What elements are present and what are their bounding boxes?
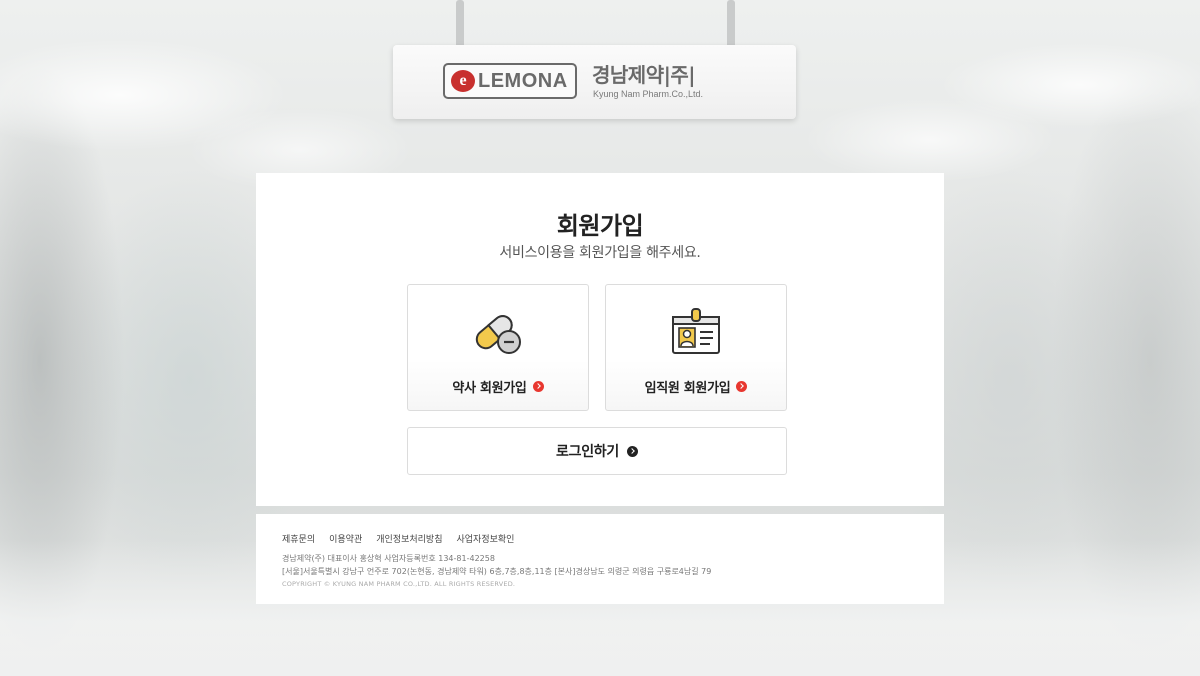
company-sign: e LEMONA 경남제약|주| Kyung Nam Pharm.Co.,Ltd… bbox=[393, 45, 796, 119]
employee-signup-text: 임직원 회원가입 bbox=[644, 381, 731, 396]
pill-capsule-icon bbox=[475, 315, 521, 354]
arrow-right-icon bbox=[626, 445, 638, 457]
arrow-right-icon bbox=[532, 381, 544, 392]
footer-info-line2: [서울]서울특별시 강남구 언주로 702(논현동, 경남제약 타워) 6층,7… bbox=[282, 567, 712, 576]
arrow-right-icon bbox=[736, 381, 748, 392]
pharmacist-signup-text: 약사 회원가입 bbox=[452, 381, 527, 396]
signup-card: 회원가입 서비스이용을 회원가입을 해주세요. 약사 회원가입 임직원 회원가입… bbox=[256, 173, 944, 506]
footer-link-terms[interactable]: 이용약관 bbox=[329, 532, 362, 545]
company-english-name: Kyung Nam Pharm.Co.,Ltd. bbox=[593, 89, 704, 99]
footer-link-privacy[interactable]: 개인정보처리방침 bbox=[376, 532, 442, 545]
sign-hanger-left bbox=[456, 0, 464, 48]
login-button[interactable]: 로그인하기 bbox=[407, 427, 787, 475]
sign-hanger-right bbox=[727, 0, 735, 48]
footer-copyright: COPYRIGHT © KYUNG NAM PHARM CO.,LTD. ALL… bbox=[282, 580, 516, 588]
pharmacist-signup-button[interactable]: 약사 회원가입 bbox=[407, 284, 589, 411]
footer-info-line1: 경남제약(주) 대표이사 홍상혁 사업자등록번호 134-81-42258 bbox=[282, 554, 495, 563]
employee-id-card-icon bbox=[672, 308, 720, 354]
company-name: 경남제약|주| bbox=[592, 63, 696, 87]
page-subtitle: 서비스이용을 회원가입을 해주세요. bbox=[499, 245, 701, 261]
login-button-label: 로그인하기 bbox=[556, 444, 619, 460]
lemona-logo: e LEMONA bbox=[443, 63, 577, 99]
pharmacist-signup-label: 약사 회원가입 bbox=[408, 377, 588, 396]
lemona-logo-mark: e bbox=[451, 70, 475, 92]
site-footer: 제휴문의 이용약관 개인정보처리방침 사업자정보확인 경남제약(주) 대표이사 … bbox=[256, 514, 944, 604]
employee-signup-label: 임직원 회원가입 bbox=[606, 377, 786, 396]
lemona-logo-text: LEMONA bbox=[478, 69, 568, 92]
footer-links: 제휴문의 이용약관 개인정보처리방침 사업자정보확인 bbox=[282, 532, 514, 545]
footer-link-partnership[interactable]: 제휴문의 bbox=[282, 532, 315, 545]
footer-link-business-info[interactable]: 사업자정보확인 bbox=[457, 532, 515, 545]
employee-signup-button[interactable]: 임직원 회원가입 bbox=[605, 284, 787, 411]
page-title: 회원가입 bbox=[556, 212, 644, 240]
footer-company-info: 경남제약(주) 대표이사 홍상혁 사업자등록번호 134-81-42258 [서… bbox=[282, 552, 711, 578]
